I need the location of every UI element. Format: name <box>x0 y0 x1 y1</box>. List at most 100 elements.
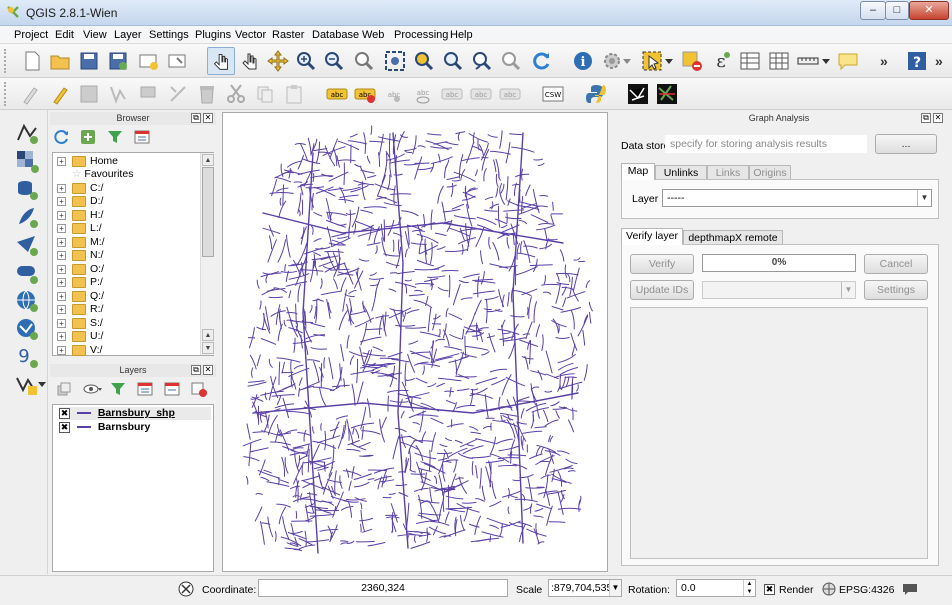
menu-raster[interactable]: Raster <box>272 29 304 41</box>
scroll-down-icon[interactable]: ▼ <box>202 342 214 354</box>
menu-settings[interactable]: Settings <box>149 29 189 41</box>
browse-button[interactable]: ... <box>875 134 937 154</box>
add-spatialite-layer-icon[interactable] <box>14 204 40 230</box>
toolbar-grip[interactable] <box>4 49 8 73</box>
node-tool-icon[interactable] <box>166 82 190 106</box>
toggle-editing-icon[interactable] <box>48 82 72 106</box>
save-project-icon[interactable] <box>77 49 101 73</box>
map-tips-icon[interactable] <box>836 49 860 73</box>
tab-origins[interactable]: Origins <box>749 165 791 180</box>
scroll-up-icon[interactable]: ▲ <box>202 154 214 166</box>
python-console-icon[interactable] <box>584 82 608 106</box>
zoom-next-icon[interactable] <box>499 49 523 73</box>
tab-verify-layer[interactable]: Verify layer <box>621 228 683 245</box>
data-store-field[interactable]: specify for storing analysis results <box>665 135 867 153</box>
close-button[interactable]: ✕ <box>909 1 949 20</box>
current-edits-icon[interactable] <box>18 82 42 106</box>
settings-button[interactable]: Settings <box>864 280 928 300</box>
add-layer-icon[interactable] <box>80 129 96 145</box>
close-panel-icon[interactable]: ✕ <box>203 113 213 123</box>
menu-plugins[interactable]: Plugins <box>195 29 231 41</box>
layer-styling-icon[interactable] <box>56 381 72 397</box>
new-shapefile-layer-icon[interactable] <box>14 372 40 398</box>
crs-label[interactable]: EPSG:4326 <box>839 584 894 596</box>
toggle-extents-icon[interactable] <box>178 581 194 597</box>
change-label-icon[interactable]: abc <box>498 82 522 106</box>
add-mssql-layer-icon[interactable] <box>14 232 40 258</box>
select-features-icon[interactable] <box>640 49 664 73</box>
spin-up-icon[interactable]: ▲ <box>743 580 755 588</box>
menu-edit[interactable]: Edit <box>55 29 74 41</box>
scroll-thumb[interactable] <box>202 167 214 257</box>
browser-scrollbar[interactable]: ▲ ▲ ▼ <box>200 153 214 355</box>
close-panel-icon[interactable]: ✕ <box>933 113 943 123</box>
collapse-all-icon[interactable] <box>134 129 150 145</box>
zoom-native-resolution-icon[interactable] <box>352 49 376 73</box>
scroll-up-icon[interactable]: ▲ <box>202 329 214 341</box>
add-postgis-layer-icon[interactable] <box>14 176 40 202</box>
save-as-icon[interactable] <box>106 49 130 73</box>
tree-item-drive[interactable]: + P:/ <box>57 276 103 289</box>
tree-item-drive[interactable]: + R:/ <box>57 303 103 316</box>
add-wcs-layer-icon[interactable] <box>14 316 40 342</box>
layer-visibility-checkbox[interactable]: ✖ <box>59 421 70 433</box>
save-edits-icon[interactable] <box>77 82 101 106</box>
id-attribute-select[interactable]: ▼ <box>702 281 856 299</box>
layer-row[interactable]: ✖ Barnsbury <box>59 421 150 434</box>
identify-features-icon[interactable]: i <box>571 49 595 73</box>
cut-features-icon[interactable] <box>224 82 248 106</box>
update-ids-button[interactable]: Update IDs <box>630 280 694 300</box>
tree-item-drive[interactable]: + N:/ <box>57 249 103 262</box>
highlight-pinned-labels-icon[interactable]: abc <box>353 82 377 106</box>
add-vector-layer-icon[interactable] <box>14 120 40 146</box>
menu-web[interactable]: Web <box>362 29 384 41</box>
close-panel-icon[interactable]: ✕ <box>203 365 213 375</box>
tree-item-drive[interactable]: + U:/ <box>57 330 103 343</box>
pin-labels-icon[interactable]: abc <box>382 82 406 106</box>
deselect-features-icon[interactable] <box>680 49 704 73</box>
toolbar-overflow-icon[interactable]: » <box>935 53 943 69</box>
composer-manager-icon[interactable] <box>165 49 189 73</box>
menu-database[interactable]: Database <box>312 29 359 41</box>
tab-links[interactable]: Links <box>707 165 749 180</box>
remove-layer-icon[interactable] <box>191 381 207 397</box>
tree-item-drive[interactable]: + D:/ <box>57 195 103 208</box>
menu-help[interactable]: Help <box>450 29 473 41</box>
tab-unlinks[interactable]: Unlinks <box>655 165 707 180</box>
tree-item-drive[interactable]: + C:/ <box>57 182 103 195</box>
zoom-to-selection-icon[interactable] <box>412 49 436 73</box>
attribute-table-icon[interactable] <box>738 49 762 73</box>
pan-map-icon[interactable] <box>238 49 262 73</box>
tree-item-drive[interactable]: + M:/ <box>57 236 105 249</box>
tab-depthmapx-remote[interactable]: depthmapX remote <box>683 230 783 245</box>
visibility-eye-icon[interactable] <box>83 381 103 397</box>
expand-all-icon[interactable] <box>137 381 153 397</box>
tree-item-favourites[interactable]: ☆ Favourites <box>57 168 133 181</box>
collapse-all-icon[interactable] <box>164 381 180 397</box>
tree-item-home[interactable]: + Home <box>57 155 118 168</box>
csw-icon[interactable]: CSW <box>541 82 565 106</box>
rotation-spinbox[interactable]: 0.0 ▲ ▼ <box>676 579 756 597</box>
tree-item-drive[interactable]: + O:/ <box>57 263 104 276</box>
crs-globe-icon[interactable] <box>822 582 836 596</box>
float-panel-icon[interactable]: ⧉ <box>921 113 931 123</box>
zoom-to-layer-icon[interactable] <box>441 49 465 73</box>
layer-row[interactable]: ✖ Barnsbury_shp <box>59 407 211 420</box>
network-segmenter-icon[interactable] <box>655 82 679 106</box>
delete-selected-icon[interactable] <box>195 82 219 106</box>
move-feature-icon[interactable] <box>136 82 160 106</box>
toolbar-overflow-icon[interactable]: » <box>880 53 888 69</box>
label-tool-icon[interactable]: abc <box>325 82 349 106</box>
copy-features-icon[interactable] <box>253 82 277 106</box>
maximize-button[interactable]: □ <box>885 1 909 20</box>
zoom-in-icon[interactable] <box>294 49 318 73</box>
zoom-full-icon[interactable] <box>383 49 407 73</box>
dropdown-arrow-icon[interactable] <box>821 53 831 69</box>
paste-features-icon[interactable] <box>282 82 306 106</box>
new-print-composer-icon[interactable] <box>136 49 160 73</box>
map-canvas[interactable] <box>222 112 608 572</box>
chevron-down-icon[interactable]: ▼ <box>841 282 855 298</box>
open-project-icon[interactable] <box>48 49 72 73</box>
menu-project[interactable]: Project <box>14 29 48 41</box>
menu-processing[interactable]: Processing <box>394 29 448 41</box>
